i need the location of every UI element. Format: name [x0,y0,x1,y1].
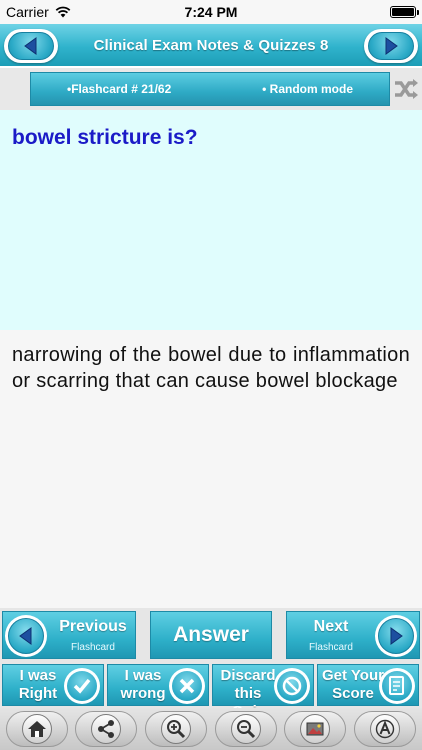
arrow-left-icon [19,627,32,645]
i-was-wrong-label: I was wrong [112,667,174,703]
flashcard-counter: •Flashcard # 21/62 [67,82,172,96]
random-mode-label: • Random mode [262,82,353,96]
share-icon [91,714,122,744]
background-image-icon [300,714,331,744]
font-icon [370,714,401,744]
score-line2: Score [332,685,374,702]
score-line1: Get Your [322,667,384,684]
bottom-toolbar [0,708,422,750]
zoom-in-button[interactable] [145,711,208,747]
scorecard-icon [379,668,415,704]
cross-icon [169,668,205,704]
carrier-label: Carrier [6,4,49,20]
question-text: bowel stricture is? [12,126,198,149]
shuffle-icon [395,79,418,99]
get-your-score-label: Get Your Score [322,667,384,703]
home-button[interactable] [5,711,68,747]
previous-label: Previous [59,618,127,635]
shuffle-button[interactable] [392,74,420,104]
discard-icon [274,668,310,704]
question-panel: bowel stricture is? [0,110,422,330]
status-bar: Carrier 7:24 PM [0,0,422,24]
zoom-out-icon [230,714,261,744]
next-label: Next [313,618,349,635]
next-sublabel: Flashcard [309,642,353,653]
battery-icon [390,6,419,18]
right-line1: I was [19,667,57,684]
arrow-left-icon [24,37,37,55]
previous-sublabel: Flashcard [71,642,115,653]
discard-line1: Discard [220,667,276,684]
previous-flashcard-button[interactable]: Previous Flashcard [2,611,136,659]
font-button[interactable] [354,711,417,747]
share-button[interactable] [75,711,138,747]
get-your-score-button[interactable]: Get Your Score [317,664,419,706]
i-was-right-button[interactable]: I was Right [2,664,104,706]
background-button[interactable] [284,711,347,747]
next-flashcard-button[interactable]: Next Flashcard [286,611,420,659]
i-was-wrong-button[interactable]: I was wrong [107,664,209,706]
checkmark-icon [64,668,100,704]
right-line2: Right [18,685,58,702]
status-left: Carrier [6,4,71,20]
score-row: I was Right I was wrong Discard this Qui… [0,662,422,720]
arrow-right-icon [390,627,403,645]
discard-quiz-button[interactable]: Discard this Quiz [212,664,314,720]
flashcard-info-strip: •Flashcard # 21/62 • Random mode [30,72,390,106]
wrong-line2: wrong [120,685,166,702]
answer-panel: narrowing of the bowel due to inflammati… [0,330,422,608]
wrong-line1: I was [124,667,162,684]
zoom-out-button[interactable] [214,711,277,747]
action-row: Previous Flashcard Answer Next Flashcard [0,608,422,662]
title-bar: Clinical Exam Notes & Quizzes 8 [0,24,422,68]
i-was-right-label: I was Right [7,667,69,703]
forward-arrow-button[interactable] [364,29,418,63]
previous-circle [5,615,47,657]
answer-label: Answer [173,623,249,646]
back-arrow-button[interactable] [4,29,58,63]
home-icon [21,714,52,744]
answer-button[interactable]: Answer [150,611,272,659]
answer-text: narrowing of the bowel due to inflammati… [12,344,410,392]
wifi-icon [55,6,71,18]
next-circle [375,615,417,657]
zoom-in-icon [161,714,192,744]
page-title: Clinical Exam Notes & Quizzes 8 [93,36,329,54]
arrow-right-icon [385,37,398,55]
flashcard-info-area: •Flashcard # 21/62 • Random mode [0,68,422,110]
